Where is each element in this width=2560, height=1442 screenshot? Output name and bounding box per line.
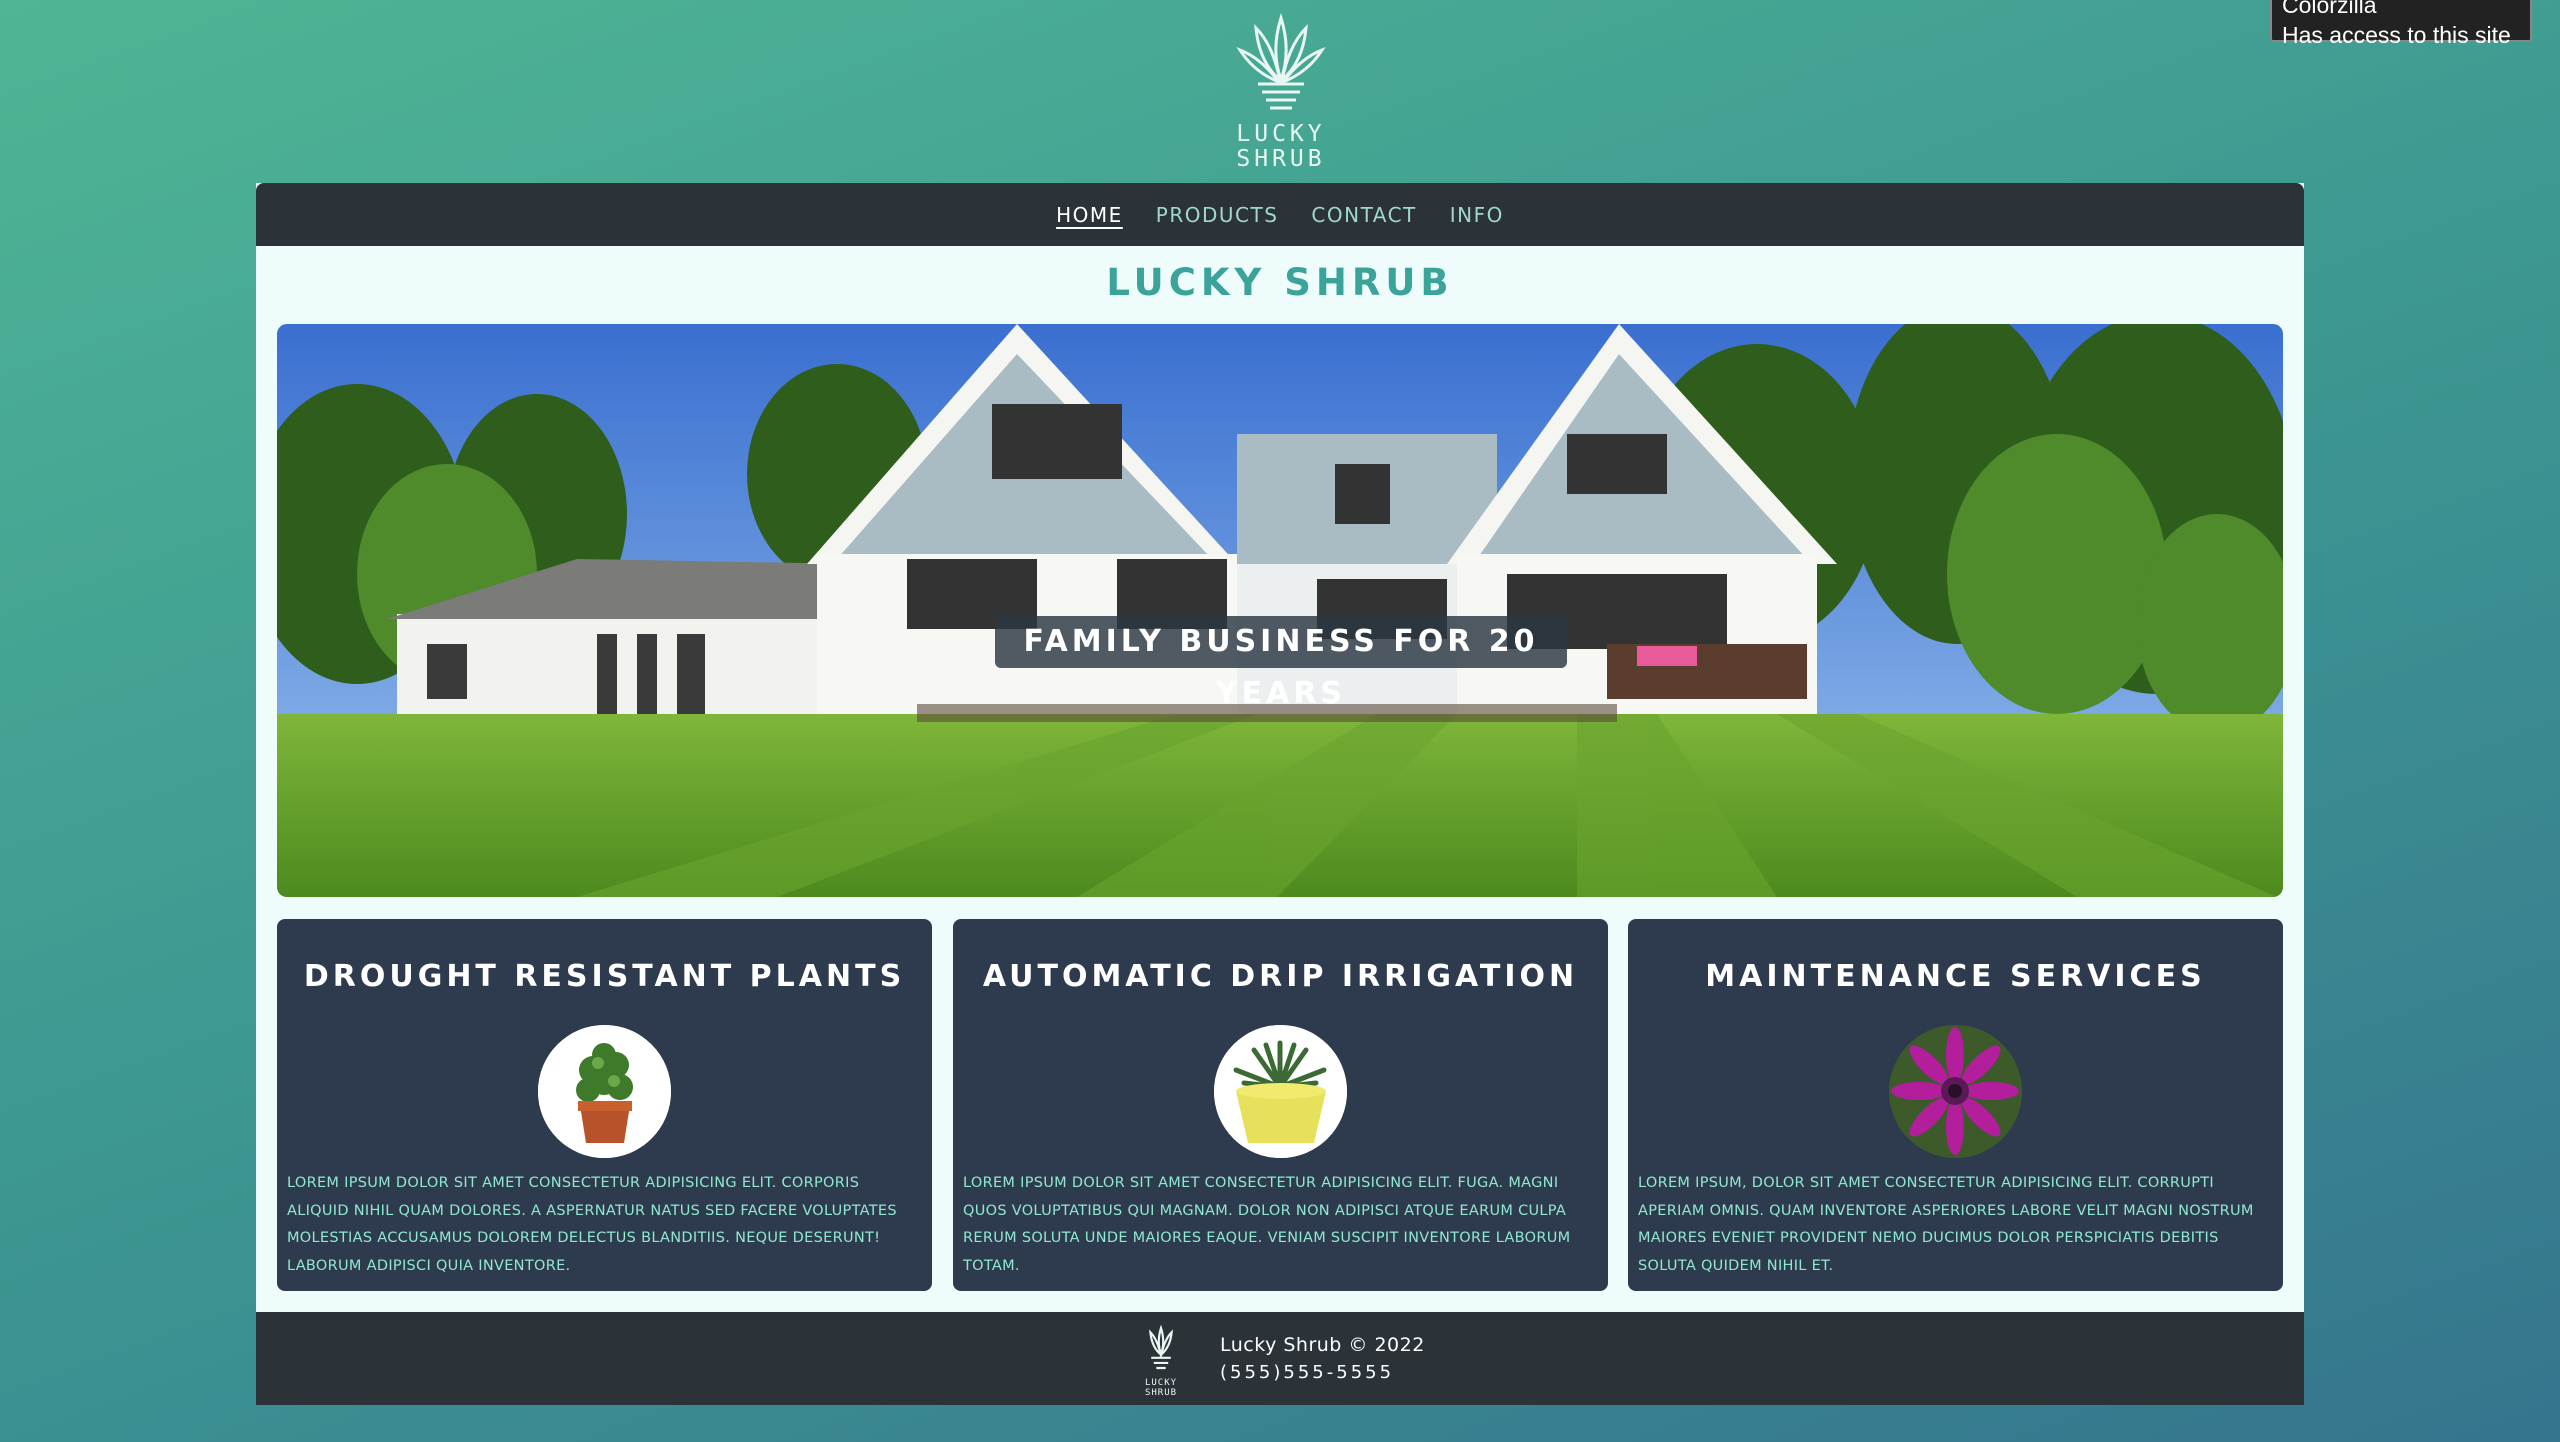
service-card-maintenance: Maintenance services Lorem ipsum, dolor <box>1628 919 2283 1291</box>
logo-line-2: SHRUB <box>1236 146 1326 172</box>
service-card-irrigation: Automatic drip irrigation Lorem ipsum do… <box>953 919 1608 1291</box>
nav-home[interactable]: Home <box>1056 203 1123 227</box>
nav-contact[interactable]: Contact <box>1311 203 1416 227</box>
card-description: Lorem ipsum dolor sit amet consectetur a… <box>963 1175 1571 1274</box>
card-description: Lorem ipsum dolor sit amet consectetur a… <box>287 1175 897 1274</box>
nav-products[interactable]: Products <box>1156 203 1279 227</box>
card-title: Automatic drip irrigation <box>982 959 1579 994</box>
succulent-yellow-pot-image <box>1214 1025 1347 1158</box>
footer-copyright: Lucky Shrub © 2022 <box>1220 1334 1425 1356</box>
main-nav: Home Products Contact Info <box>256 183 2304 246</box>
hero-caption: Family business for 20 years <box>995 616 1567 711</box>
tooltip-extension-name: Colorzilla <box>2282 0 2377 18</box>
page-container: Home Products Contact Info LUCKY SHRUB <box>256 183 2304 1405</box>
potted-shrub-image <box>538 1025 671 1158</box>
footer-logo[interactable]: LUCKY SHRUB <box>1141 1322 1181 1398</box>
header-logo[interactable]: LUCKY SHRUB <box>1234 10 1328 175</box>
nav-info[interactable]: Info <box>1450 203 1504 227</box>
footer-logo-line-1: LUCKY <box>1144 1378 1178 1388</box>
tooltip-access-text: Has access to this site <box>2282 22 2511 48</box>
shrub-logo-icon <box>1236 13 1326 110</box>
logo-line-1: LUCKY <box>1236 121 1326 147</box>
hero-banner: Family business for 20 years <box>277 324 2283 897</box>
house-lawn-image <box>277 324 2283 897</box>
footer-logo-wordmark: LUCKY SHRUB <box>1141 1378 1181 1398</box>
page-title: LUCKY SHRUB <box>1106 261 1454 304</box>
extension-tooltip: Colorzilla Has access to this site <box>2270 0 2532 48</box>
purple-daisy-image <box>1889 1025 2022 1158</box>
card-description: Lorem ipsum, dolor sit amet consectetur … <box>1638 1175 2254 1274</box>
footer-logo-line-2: SHRUB <box>1144 1388 1178 1398</box>
logo-wordmark: LUCKY SHRUB <box>1234 122 1328 172</box>
site-footer: LUCKY SHRUB Lucky Shrub © 2022 (555)555-… <box>256 1312 2304 1405</box>
service-card-drought: Drought resistant plants Lorem ipsum dol… <box>277 919 932 1291</box>
card-title: Maintenance services <box>1705 959 2206 994</box>
shrub-logo-icon <box>1149 1324 1173 1370</box>
footer-phone: (555)555-5555 <box>1220 1362 1395 1383</box>
card-title: Drought resistant plants <box>303 959 906 994</box>
